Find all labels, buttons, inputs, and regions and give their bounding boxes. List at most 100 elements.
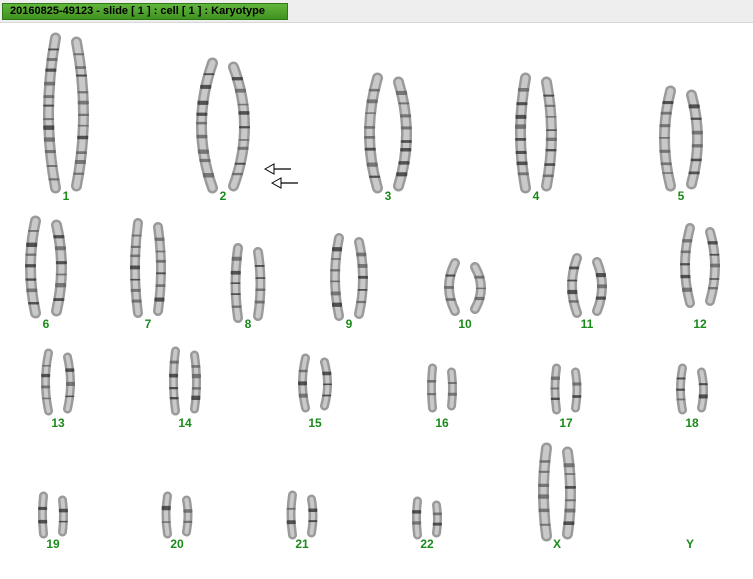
chromosome-band [368, 88, 380, 92]
chromosome-label-2: 2 [220, 189, 227, 203]
chromosome-band [690, 117, 702, 120]
chromosome-band [680, 274, 691, 279]
chromosome-band [43, 95, 55, 99]
chromosome-band [75, 151, 87, 155]
chromosome-band [130, 245, 141, 249]
chromosome-band [544, 163, 556, 166]
chromosome-band [161, 521, 171, 523]
chromosome-band [515, 150, 527, 154]
chromosome-band [155, 272, 166, 275]
chromosome-band [660, 162, 672, 166]
chromosome-pair-X[interactable] [538, 442, 576, 542]
chromosome-band [364, 136, 376, 139]
chromosome-pair-6[interactable] [25, 215, 67, 319]
chromosome-band [25, 278, 37, 281]
chromosome-pair-18[interactable] [676, 363, 708, 415]
chromosome-pair-7[interactable] [130, 218, 166, 318]
chromosome-band [55, 261, 67, 265]
chromosome-band [357, 263, 368, 268]
chromosome-band [41, 385, 51, 389]
chromosome-band [659, 137, 671, 139]
chromosome-band [662, 100, 674, 105]
chromosome-pair-16[interactable] [427, 363, 457, 413]
chromosome-pair-11[interactable] [567, 253, 607, 318]
chromosome-band [155, 259, 166, 263]
chromosome-pair-3[interactable] [364, 72, 412, 194]
chromosome-band [25, 253, 37, 256]
chromosome-band [538, 483, 550, 487]
chromosome-band [197, 100, 209, 105]
chromosome-band [298, 381, 308, 386]
chromosome-band [545, 149, 557, 152]
chromosome-band [357, 275, 368, 279]
chromosome-band [538, 470, 550, 473]
chromosome-pair-8[interactable] [230, 243, 266, 323]
chromosome-band [332, 302, 343, 307]
chromatid-highlight [434, 503, 440, 535]
chromosome-band [515, 114, 527, 119]
chromosome-pair-13[interactable] [41, 348, 75, 416]
chromosome-band [330, 269, 341, 272]
chromosome-band [46, 58, 58, 62]
chromosome-pair-12[interactable] [680, 223, 720, 308]
karyogram: 1 2 3 4 56 7 8 9 10 11 1213 14 15 16 17 1819 20 21 22 X Y [25, 32, 720, 551]
chromosome-band [688, 171, 700, 175]
chromosome-band [73, 53, 85, 56]
window-titlebar: 20160825-49123 - slide [ 1 ] : cell [ 1 … [0, 0, 753, 23]
chromosome-pair-22[interactable] [412, 496, 442, 540]
chromosome-band [366, 162, 378, 167]
chromosome-band [65, 381, 75, 387]
chromosome-band [427, 392, 437, 396]
chromosome-band [572, 395, 582, 398]
chromosome-pair-14[interactable] [169, 346, 201, 416]
chromosome-label-14: 14 [178, 416, 192, 430]
chromosome-pair-10[interactable] [444, 258, 486, 316]
chromosome-band [332, 247, 343, 252]
chromosome-pair-20[interactable] [161, 491, 193, 539]
chromosome-band [44, 81, 56, 86]
chromosome-label-17: 17 [559, 416, 573, 430]
chromosome-band [38, 506, 48, 511]
chromosome-band [567, 279, 578, 282]
chromosome-pair-5[interactable] [659, 85, 703, 192]
chromosome-band [26, 242, 38, 248]
chromosome-band [58, 520, 68, 523]
chromatid-highlight [414, 499, 420, 537]
chromosome-band [660, 111, 672, 115]
chromosome-band [396, 90, 408, 96]
chromosome-label-10: 10 [458, 317, 472, 331]
chromosome-pair-15[interactable] [298, 353, 332, 413]
chromosome-band [542, 174, 554, 178]
chromosome-band [690, 158, 702, 162]
chromosome-label-11: 11 [581, 317, 594, 331]
chromosome-band [400, 126, 412, 130]
chromosome-pair-1[interactable] [43, 32, 89, 194]
chromosome-band [447, 382, 457, 384]
chromatid-highlight [60, 498, 66, 534]
chromosome-band [235, 88, 247, 93]
chromosome-band [237, 103, 249, 106]
chromosome-pair-17[interactable] [550, 363, 582, 415]
chromosome-band [130, 288, 141, 292]
chromosome-band [53, 235, 65, 239]
chromosome-band [191, 395, 201, 401]
chromosome-band [43, 118, 55, 121]
chromosome-band [412, 521, 422, 525]
chromosome-band [74, 159, 86, 164]
chromosome-band [447, 392, 457, 396]
chromosome-pair-21[interactable] [286, 490, 318, 540]
chromosome-pair-9[interactable] [330, 233, 368, 321]
chromosome-band [356, 252, 367, 257]
chromosome-band [191, 365, 201, 368]
window-title-tab[interactable]: 20160825-49123 - slide [ 1 ] : cell [ 1 … [2, 3, 288, 20]
chromosome-band [25, 264, 37, 268]
chromosome-band [474, 296, 485, 301]
chromosome-band [55, 273, 67, 276]
chromosome-pair-2[interactable] [196, 57, 250, 194]
chromosome-pair-19[interactable] [38, 491, 68, 539]
chromosome-pair-4[interactable] [515, 72, 557, 194]
chromosome-band [676, 398, 686, 401]
chromosome-band [567, 289, 578, 295]
chromosome-band [44, 149, 56, 154]
chromosome-band [154, 297, 165, 302]
